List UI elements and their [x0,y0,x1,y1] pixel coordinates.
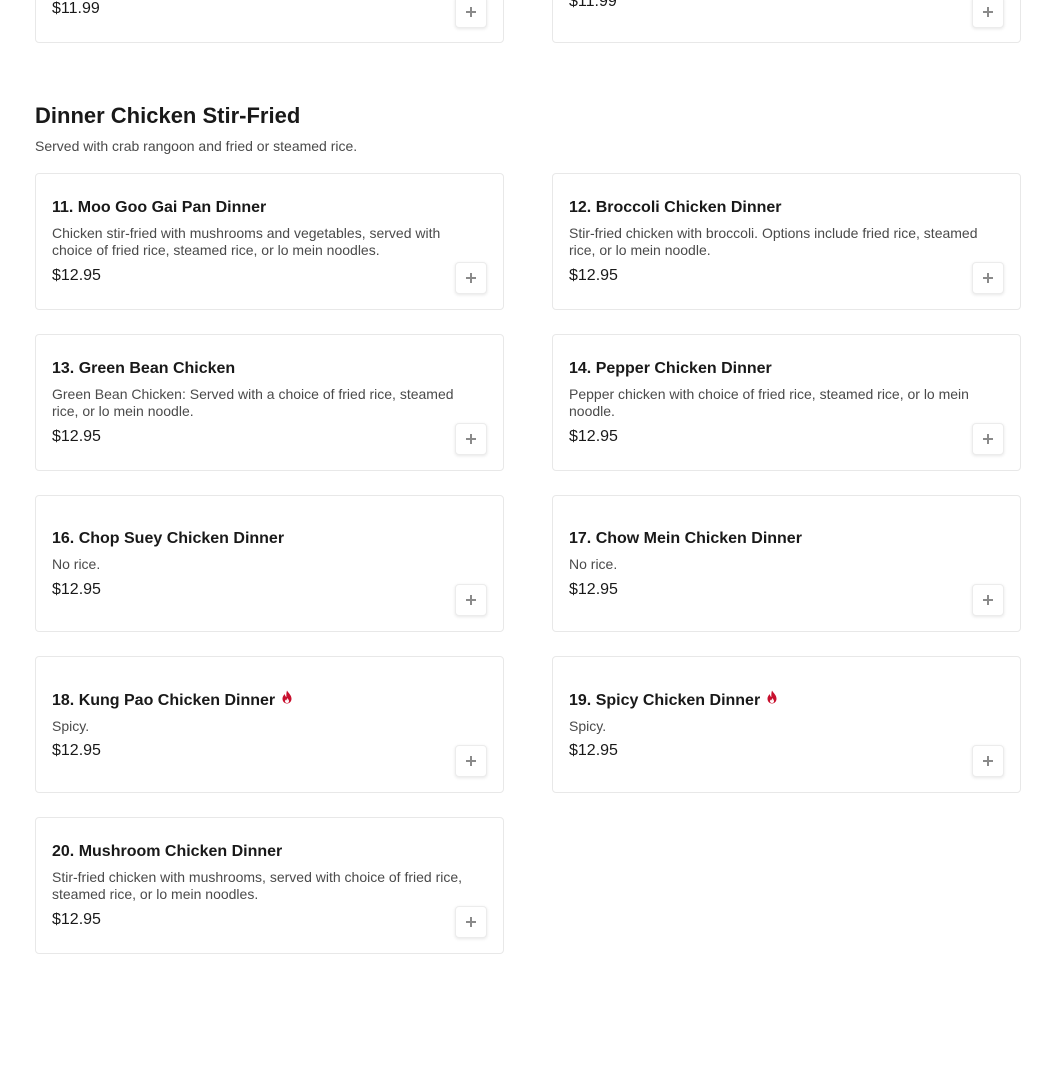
item-price: $12.95 [569,428,618,445]
add-item-button[interactable] [972,423,1004,455]
menu-item-card[interactable]: $11.99 [552,0,1021,43]
item-description: Green Bean Chicken: Served with a choice… [52,386,454,419]
plus-icon [983,273,993,283]
plus-icon [466,917,476,927]
item-description: Stir-fried chicken with broccoli. Option… [569,225,978,258]
menu-item-card[interactable]: 16. Chop Suey Chicken Dinner No rice. $1… [35,495,504,632]
item-price: $12.95 [569,267,618,284]
plus-icon [466,434,476,444]
item-name: 16. Chop Suey Chicken Dinner [52,530,285,547]
item-price: $12.95 [52,428,101,445]
item-description: Chicken stir-fried with mushrooms and ve… [52,225,441,258]
menu-item-card[interactable]: 18. Kung Pao Chicken Dinner Spicy. $12.9… [35,656,504,793]
item-price: $12.95 [52,742,101,759]
plus-icon [983,7,993,17]
item-name-row: 18. Kung Pao Chicken Dinner [52,690,293,710]
item-name: 18. Kung Pao Chicken Dinner [52,692,276,709]
add-item-button[interactable] [972,584,1004,616]
plus-icon [466,756,476,766]
item-name: 19. Spicy Chicken Dinner [569,692,761,709]
plus-icon [466,273,476,283]
menu-item-card[interactable]: 12. Broccoli Chicken Dinner Stir-fried c… [552,173,1021,310]
plus-icon [466,7,476,17]
section-subtitle: Served with crab rangoon and fried or st… [35,138,358,154]
item-name: 12. Broccoli Chicken Dinner [569,199,782,216]
item-name: 17. Chow Mein Chicken Dinner [569,530,802,547]
add-item-button[interactable] [455,745,487,777]
item-price: $12.95 [52,581,101,598]
add-item-button[interactable] [455,584,487,616]
item-description: Stir-fried chicken with mushrooms, serve… [52,869,463,902]
plus-icon [466,595,476,605]
item-price: $11.99 [569,0,617,10]
add-item-button[interactable] [455,423,487,455]
item-name: 11. Moo Goo Gai Pan Dinner [52,199,267,216]
menu-item-card[interactable]: 11. Moo Goo Gai Pan Dinner Chicken stir-… [35,173,504,310]
item-price: $11.99 [52,0,100,17]
item-name-row: 19. Spicy Chicken Dinner [569,690,778,710]
add-item-button[interactable] [455,906,487,938]
add-item-button[interactable] [455,0,487,28]
add-item-button[interactable] [972,745,1004,777]
item-description: Spicy. [569,718,607,734]
add-item-button[interactable] [972,0,1004,28]
menu-item-card[interactable]: 14. Pepper Chicken Dinner Pepper chicken… [552,334,1021,471]
item-name: 13. Green Bean Chicken [52,360,236,377]
item-description: No rice. [52,556,101,572]
item-price: $12.95 [52,267,101,284]
menu-item-card[interactable]: 17. Chow Mein Chicken Dinner No rice. $1… [552,495,1021,632]
item-description: No rice. [569,556,618,572]
item-name: 14. Pepper Chicken Dinner [569,360,772,377]
add-item-button[interactable] [972,262,1004,294]
flame-icon [767,690,777,704]
menu-item-card[interactable]: 20. Mushroom Chicken Dinner Stir-fried c… [35,817,504,954]
item-description: Spicy. [52,718,90,734]
menu-item-card[interactable]: 13. Green Bean Chicken Green Bean Chicke… [35,334,504,471]
item-price: $12.95 [52,911,101,928]
menu-item-card[interactable]: $11.99 [35,0,504,43]
section-title: Dinner Chicken Stir-Fried [35,103,301,128]
add-item-button[interactable] [455,262,487,294]
plus-icon [983,434,993,444]
item-price: $12.95 [569,742,618,759]
item-name: 20. Mushroom Chicken Dinner [52,843,283,860]
item-description: Pepper chicken with choice of fried rice… [569,386,969,419]
plus-icon [983,595,993,605]
menu-item-card[interactable]: 19. Spicy Chicken Dinner Spicy. $12.95 [552,656,1021,793]
flame-icon [282,690,292,704]
plus-icon [983,756,993,766]
item-price: $12.95 [569,581,618,598]
